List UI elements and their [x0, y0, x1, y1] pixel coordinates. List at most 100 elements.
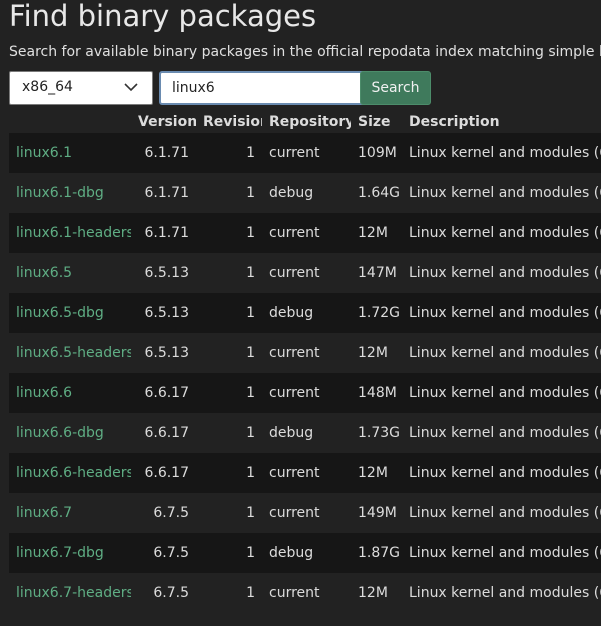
package-repository: debug — [262, 413, 351, 453]
package-description: Linux kernel and modules (6.5 series) — [402, 333, 601, 373]
package-description: Linux kernel and modules (6.6 series) — [402, 373, 601, 413]
table-row: linux6.1 6.1.71 1 current 109M Linux kernel a… — [9, 133, 601, 173]
package-name-link[interactable]: linux6.1-dbg — [9, 173, 131, 213]
package-version: 6.7.5 — [131, 533, 196, 573]
package-description: Linux kernel and modules (6.5 series) — [402, 253, 601, 293]
package-revision: 1 — [196, 413, 262, 453]
package-revision: 1 — [196, 173, 262, 213]
package-revision: 1 — [196, 573, 262, 613]
package-repository: current — [262, 453, 351, 493]
table-row: linux6.6-headers 6.6.17 1 current 12M Linux k… — [9, 453, 601, 493]
package-repository: current — [262, 213, 351, 253]
header-revision: Revision — [203, 114, 262, 130]
table-row: linux6.7-headers 6.7.5 1 current 12M Linux ke… — [9, 573, 601, 613]
table-header-row: Version Revision Repository Size Descrip… — [9, 111, 601, 133]
package-size: 109M — [351, 133, 402, 173]
package-name-link[interactable]: linux6.5-dbg — [9, 293, 131, 333]
header-size: Size — [358, 114, 391, 130]
search-input[interactable] — [159, 71, 366, 105]
package-repository: current — [262, 253, 351, 293]
package-name-link[interactable]: linux6.7-headers — [9, 573, 131, 613]
package-repository: current — [262, 333, 351, 373]
table-row: linux6.5-headers 6.5.13 1 current 12M Linux k… — [9, 333, 601, 373]
package-revision: 1 — [196, 293, 262, 333]
package-name-link[interactable]: linux6.7-dbg — [9, 533, 131, 573]
package-size: 147M — [351, 253, 402, 293]
package-version: 6.1.71 — [131, 213, 196, 253]
package-repository: debug — [262, 533, 351, 573]
package-size: 1.73G — [351, 413, 402, 453]
package-size: 12M — [351, 333, 402, 373]
package-version: 6.5.13 — [131, 293, 196, 333]
table-row: linux6.5-dbg 6.5.13 1 debug 1.72G Linux kerne… — [9, 293, 601, 333]
package-revision: 1 — [196, 533, 262, 573]
package-size: 12M — [351, 573, 402, 613]
package-repository: current — [262, 133, 351, 173]
package-size: 1.64G — [351, 173, 402, 213]
chevron-down-icon — [124, 83, 138, 92]
header-description: Description — [409, 114, 500, 130]
header-repository: Repository — [269, 114, 351, 130]
package-size: 1.87G — [351, 533, 402, 573]
package-size: 148M — [351, 373, 402, 413]
package-version: 6.5.13 — [131, 333, 196, 373]
package-version: 6.6.17 — [131, 453, 196, 493]
package-size: 12M — [351, 213, 402, 253]
package-name-link[interactable]: linux6.6 — [9, 373, 131, 413]
package-version: 6.1.71 — [131, 173, 196, 213]
package-description: Linux kernel and modules (6.7 series) — [402, 533, 601, 573]
package-description: Linux kernel and modules (6.1 series) — [402, 133, 601, 173]
table-row: linux6.7-dbg 6.7.5 1 debug 1.87G Linux kernel… — [9, 533, 601, 573]
package-revision: 1 — [196, 373, 262, 413]
package-size: 12M — [351, 453, 402, 493]
table-row: linux6.6-dbg 6.6.17 1 debug 1.73G Linux kerne… — [9, 413, 601, 453]
package-version: 6.5.13 — [131, 253, 196, 293]
package-version: 6.7.5 — [131, 573, 196, 613]
package-name-link[interactable]: linux6.5 — [9, 253, 131, 293]
table-row: linux6.6 6.6.17 1 current 148M Linux kernel a… — [9, 373, 601, 413]
package-revision: 1 — [196, 133, 262, 173]
page-subtitle: Search for available binary packages in … — [9, 44, 601, 60]
package-size: 149M — [351, 493, 402, 533]
package-repository: debug — [262, 173, 351, 213]
package-revision: 1 — [196, 213, 262, 253]
results-table: Version Revision Repository Size Descrip… — [9, 111, 601, 613]
page: Find binary packages Search for availabl… — [0, 0, 601, 626]
arch-select[interactable]: x86_64 — [9, 71, 153, 105]
table-row: linux6.7 6.7.5 1 current 149M Linux kernel an… — [9, 493, 601, 533]
package-description: Linux kernel and modules (6.1 series) — [402, 213, 601, 253]
search-button[interactable]: Search — [360, 71, 431, 105]
package-name-link[interactable]: linux6.5-headers — [9, 333, 131, 373]
package-repository: current — [262, 573, 351, 613]
package-description: Linux kernel and modules (6.6 series) — [402, 453, 601, 493]
package-revision: 1 — [196, 493, 262, 533]
table-row: linux6.5 6.5.13 1 current 147M Linux kernel a… — [9, 253, 601, 293]
package-description: Linux kernel and modules (6.6 series) — [402, 413, 601, 453]
package-description: Linux kernel and modules (6.5 series) — [402, 293, 601, 333]
package-revision: 1 — [196, 453, 262, 493]
package-name-link[interactable]: linux6.1 — [9, 133, 131, 173]
package-revision: 1 — [196, 253, 262, 293]
package-version: 6.6.17 — [131, 413, 196, 453]
table-row: linux6.1-dbg 6.1.71 1 debug 1.64G Linux kerne… — [9, 173, 601, 213]
package-size: 1.72G — [351, 293, 402, 333]
package-name-link[interactable]: linux6.6-headers — [9, 453, 131, 493]
package-repository: debug — [262, 293, 351, 333]
page-title: Find binary packages — [9, 0, 317, 33]
package-description: Linux kernel and modules (6.7 series) — [402, 493, 601, 533]
package-name-link[interactable]: linux6.1-headers — [9, 213, 131, 253]
package-name-link[interactable]: linux6.6-dbg — [9, 413, 131, 453]
package-version: 6.6.17 — [131, 373, 196, 413]
package-repository: current — [262, 373, 351, 413]
header-name — [9, 111, 131, 133]
package-revision: 1 — [196, 333, 262, 373]
arch-select-value: x86_64 — [22, 79, 73, 95]
package-version: 6.1.71 — [131, 133, 196, 173]
package-description: Linux kernel and modules (6.1 series) — [402, 173, 601, 213]
package-repository: current — [262, 493, 351, 533]
header-version: Version — [138, 114, 196, 130]
package-name-link[interactable]: linux6.7 — [9, 493, 131, 533]
table-row: linux6.1-headers 6.1.71 1 current 12M Linux k… — [9, 213, 601, 253]
package-description: Linux kernel and modules (6.7 series) — [402, 573, 601, 613]
package-version: 6.7.5 — [131, 493, 196, 533]
